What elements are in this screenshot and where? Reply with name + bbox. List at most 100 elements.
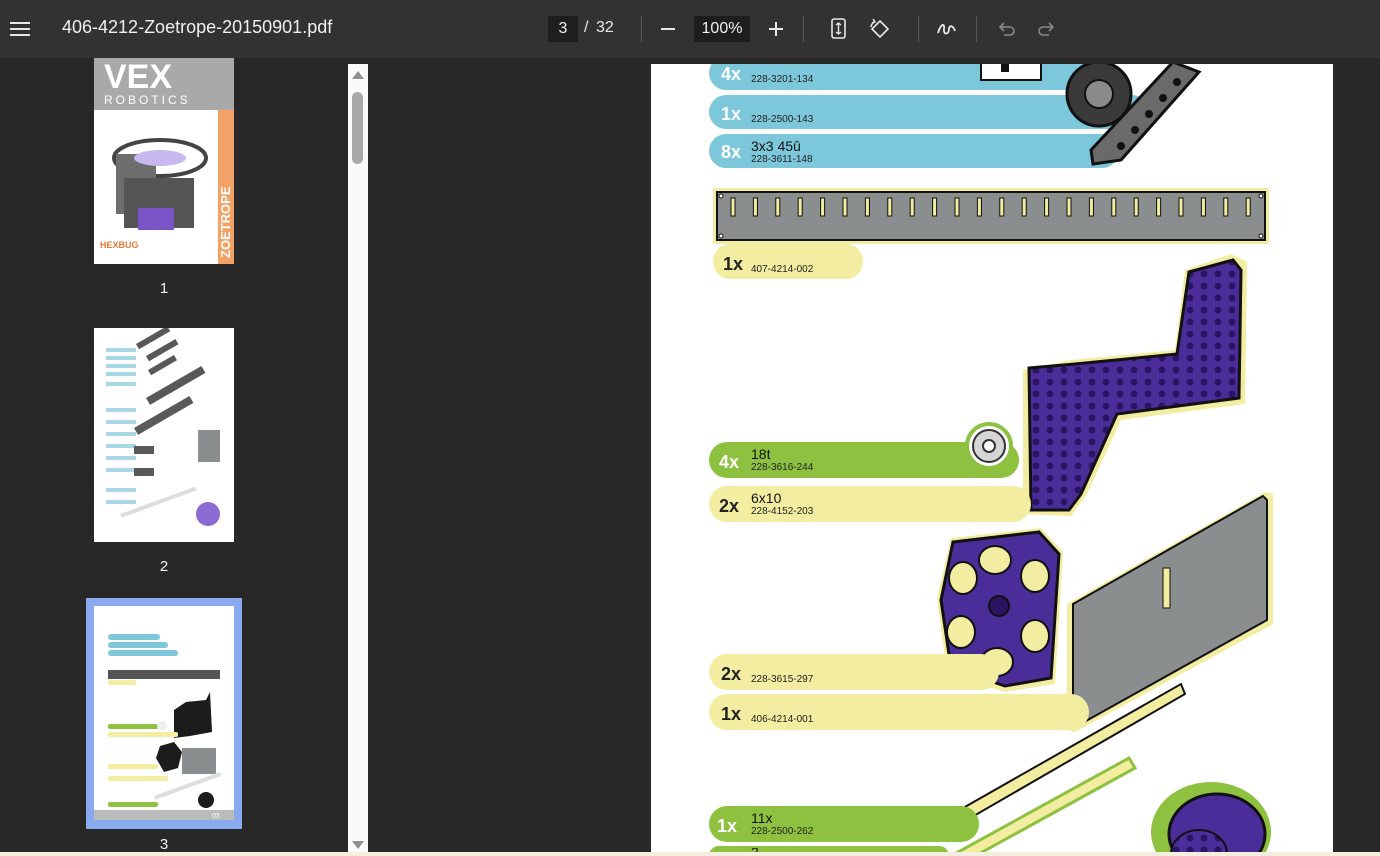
channel-slot (775, 197, 781, 217)
toolbar-divider (803, 16, 804, 42)
menu-icon[interactable] (10, 18, 32, 40)
part-row: 4x 18t 228-3616-244 (719, 446, 919, 480)
channel-slot (820, 197, 826, 217)
part-row: 1x 406-4214-001 (721, 704, 921, 730)
thumbnail-page-3[interactable]: 03 (94, 606, 234, 820)
part-qty: 4x (721, 64, 742, 84)
channel-slot (1088, 197, 1094, 217)
toolbar-divider (641, 16, 642, 42)
toolbar: 406-4212-Zoetrope-20150901.pdf / 32 (0, 0, 1380, 58)
part-row: 1x 11x 228-2500-262 (717, 810, 917, 844)
pdf-page: 4x 228-3201-134 1x 228-2500-143 8x 3x3 4… (651, 64, 1333, 856)
undo-button[interactable] (991, 14, 1021, 44)
part-code: 407-4214-002 (751, 264, 814, 275)
cover-brand: VEX (104, 58, 172, 96)
part-qty: 1x (717, 816, 738, 836)
part-code: 228-2500-143 (751, 114, 814, 125)
fit-page-icon (831, 18, 846, 39)
toolbar-divider (976, 16, 977, 42)
part-row: 4x 228-3201-134 (721, 64, 921, 90)
channel-slot (797, 197, 803, 217)
draw-icon (937, 24, 956, 35)
scrollbar-thumb[interactable] (352, 92, 363, 164)
part-code: 228-3616-244 (751, 462, 814, 473)
channel-slot (752, 197, 758, 217)
zoom-level-input[interactable] (694, 16, 750, 42)
part-row: 2x 228-3615-297 (721, 664, 921, 690)
scroll-down-arrow-icon[interactable] (348, 838, 368, 852)
part-name: 18t (751, 446, 771, 462)
undo-icon (998, 22, 1015, 36)
channel-slot (1133, 197, 1139, 217)
channel-slot (909, 197, 915, 217)
scroll-up-arrow-icon[interactable] (348, 68, 368, 82)
thumbnail-page-2[interactable] (94, 326, 234, 542)
cover-hexbug: HEXBUG (100, 240, 139, 250)
channel-slot (999, 197, 1005, 217)
part-code: 228-4152-203 (751, 506, 814, 517)
channel-slot (1223, 197, 1229, 217)
draw-button[interactable] (932, 14, 962, 44)
part-row: 8x 3x3 45û 228-3611-148 (721, 138, 921, 170)
channel-slot (976, 197, 982, 217)
cover-sub: ROBOTICS (104, 93, 191, 107)
rotate-button[interactable] (865, 14, 895, 44)
toolbar-divider (918, 16, 919, 42)
part-qty: 1x (721, 704, 742, 724)
thumbnail-label: 2 (159, 558, 169, 575)
sidebar-scrollbar[interactable] (348, 64, 368, 856)
part-qty: 1x (723, 254, 744, 274)
channel-slot (1066, 197, 1072, 217)
channel-slot (1111, 197, 1117, 217)
part-qty: 4x (719, 452, 740, 472)
page-number-input[interactable] (548, 16, 578, 42)
thumbnail-label: 1 (159, 280, 169, 297)
zoom-out-button[interactable] (653, 14, 683, 44)
channel-slot (932, 197, 938, 217)
page-number-badge: 03 (212, 813, 220, 820)
plus-icon (769, 22, 783, 36)
bottom-edge (0, 852, 1380, 856)
channel-slot (864, 197, 870, 217)
thumbnail-page-1[interactable]: VEX ROBOTICS ZOETROPE HEXBUG (94, 58, 234, 264)
part-qty: 2x (719, 496, 740, 516)
channel-slot (1178, 197, 1184, 217)
part-code: 228-3611-148 (751, 154, 813, 165)
part-qty: 8x (721, 142, 742, 162)
fit-page-button[interactable] (824, 14, 854, 44)
part-code: 228-3201-134 (751, 74, 814, 85)
redo-icon (1038, 22, 1055, 36)
part-row: 2x 6x10 228-4152-203 (719, 490, 919, 524)
part-code: 228-3615-297 (751, 674, 814, 685)
cover-image: VEX ROBOTICS ZOETROPE HEXBUG (94, 58, 234, 264)
document-viewer[interactable]: 4x 228-3201-134 1x 228-2500-143 8x 3x3 4… (368, 58, 1380, 856)
document-title: 406-4212-Zoetrope-20150901.pdf (62, 17, 333, 37)
part-qty: 1x (721, 104, 742, 124)
part-row: 1x 228-2500-143 (721, 104, 921, 130)
channel-slot (1044, 197, 1050, 217)
part-name: 11x (751, 810, 773, 826)
channel-slot (954, 197, 960, 217)
part-code: 406-4214-001 (751, 714, 814, 725)
channel-slot (842, 197, 848, 217)
channel-slot (1200, 197, 1206, 217)
channel-slot (730, 197, 736, 217)
thumbnail-label: 3 (159, 836, 169, 853)
part-code: 228-2500-262 (751, 826, 814, 837)
page-separator: / (584, 19, 589, 36)
page-2-preview (94, 326, 234, 542)
redo-button[interactable] (1032, 14, 1062, 44)
cover-product: ZOETROPE (218, 186, 233, 258)
channel-slot (1245, 197, 1251, 217)
channel-slot (1156, 197, 1162, 217)
total-pages: 32 (596, 19, 614, 36)
part-name: 3x3 45û (751, 138, 801, 154)
rotate-icon (870, 18, 890, 39)
part-qty: 2x (721, 664, 742, 684)
part-name: 6x10 (751, 490, 782, 506)
thumbnail-sidebar: VEX ROBOTICS ZOETROPE HEXBUG 1 2 03 3 (0, 58, 348, 856)
channel-slot (1021, 197, 1027, 217)
page-3-preview: 03 (94, 606, 234, 820)
part-row: 1x 407-4214-002 (723, 254, 923, 280)
zoom-in-button[interactable] (761, 14, 791, 44)
